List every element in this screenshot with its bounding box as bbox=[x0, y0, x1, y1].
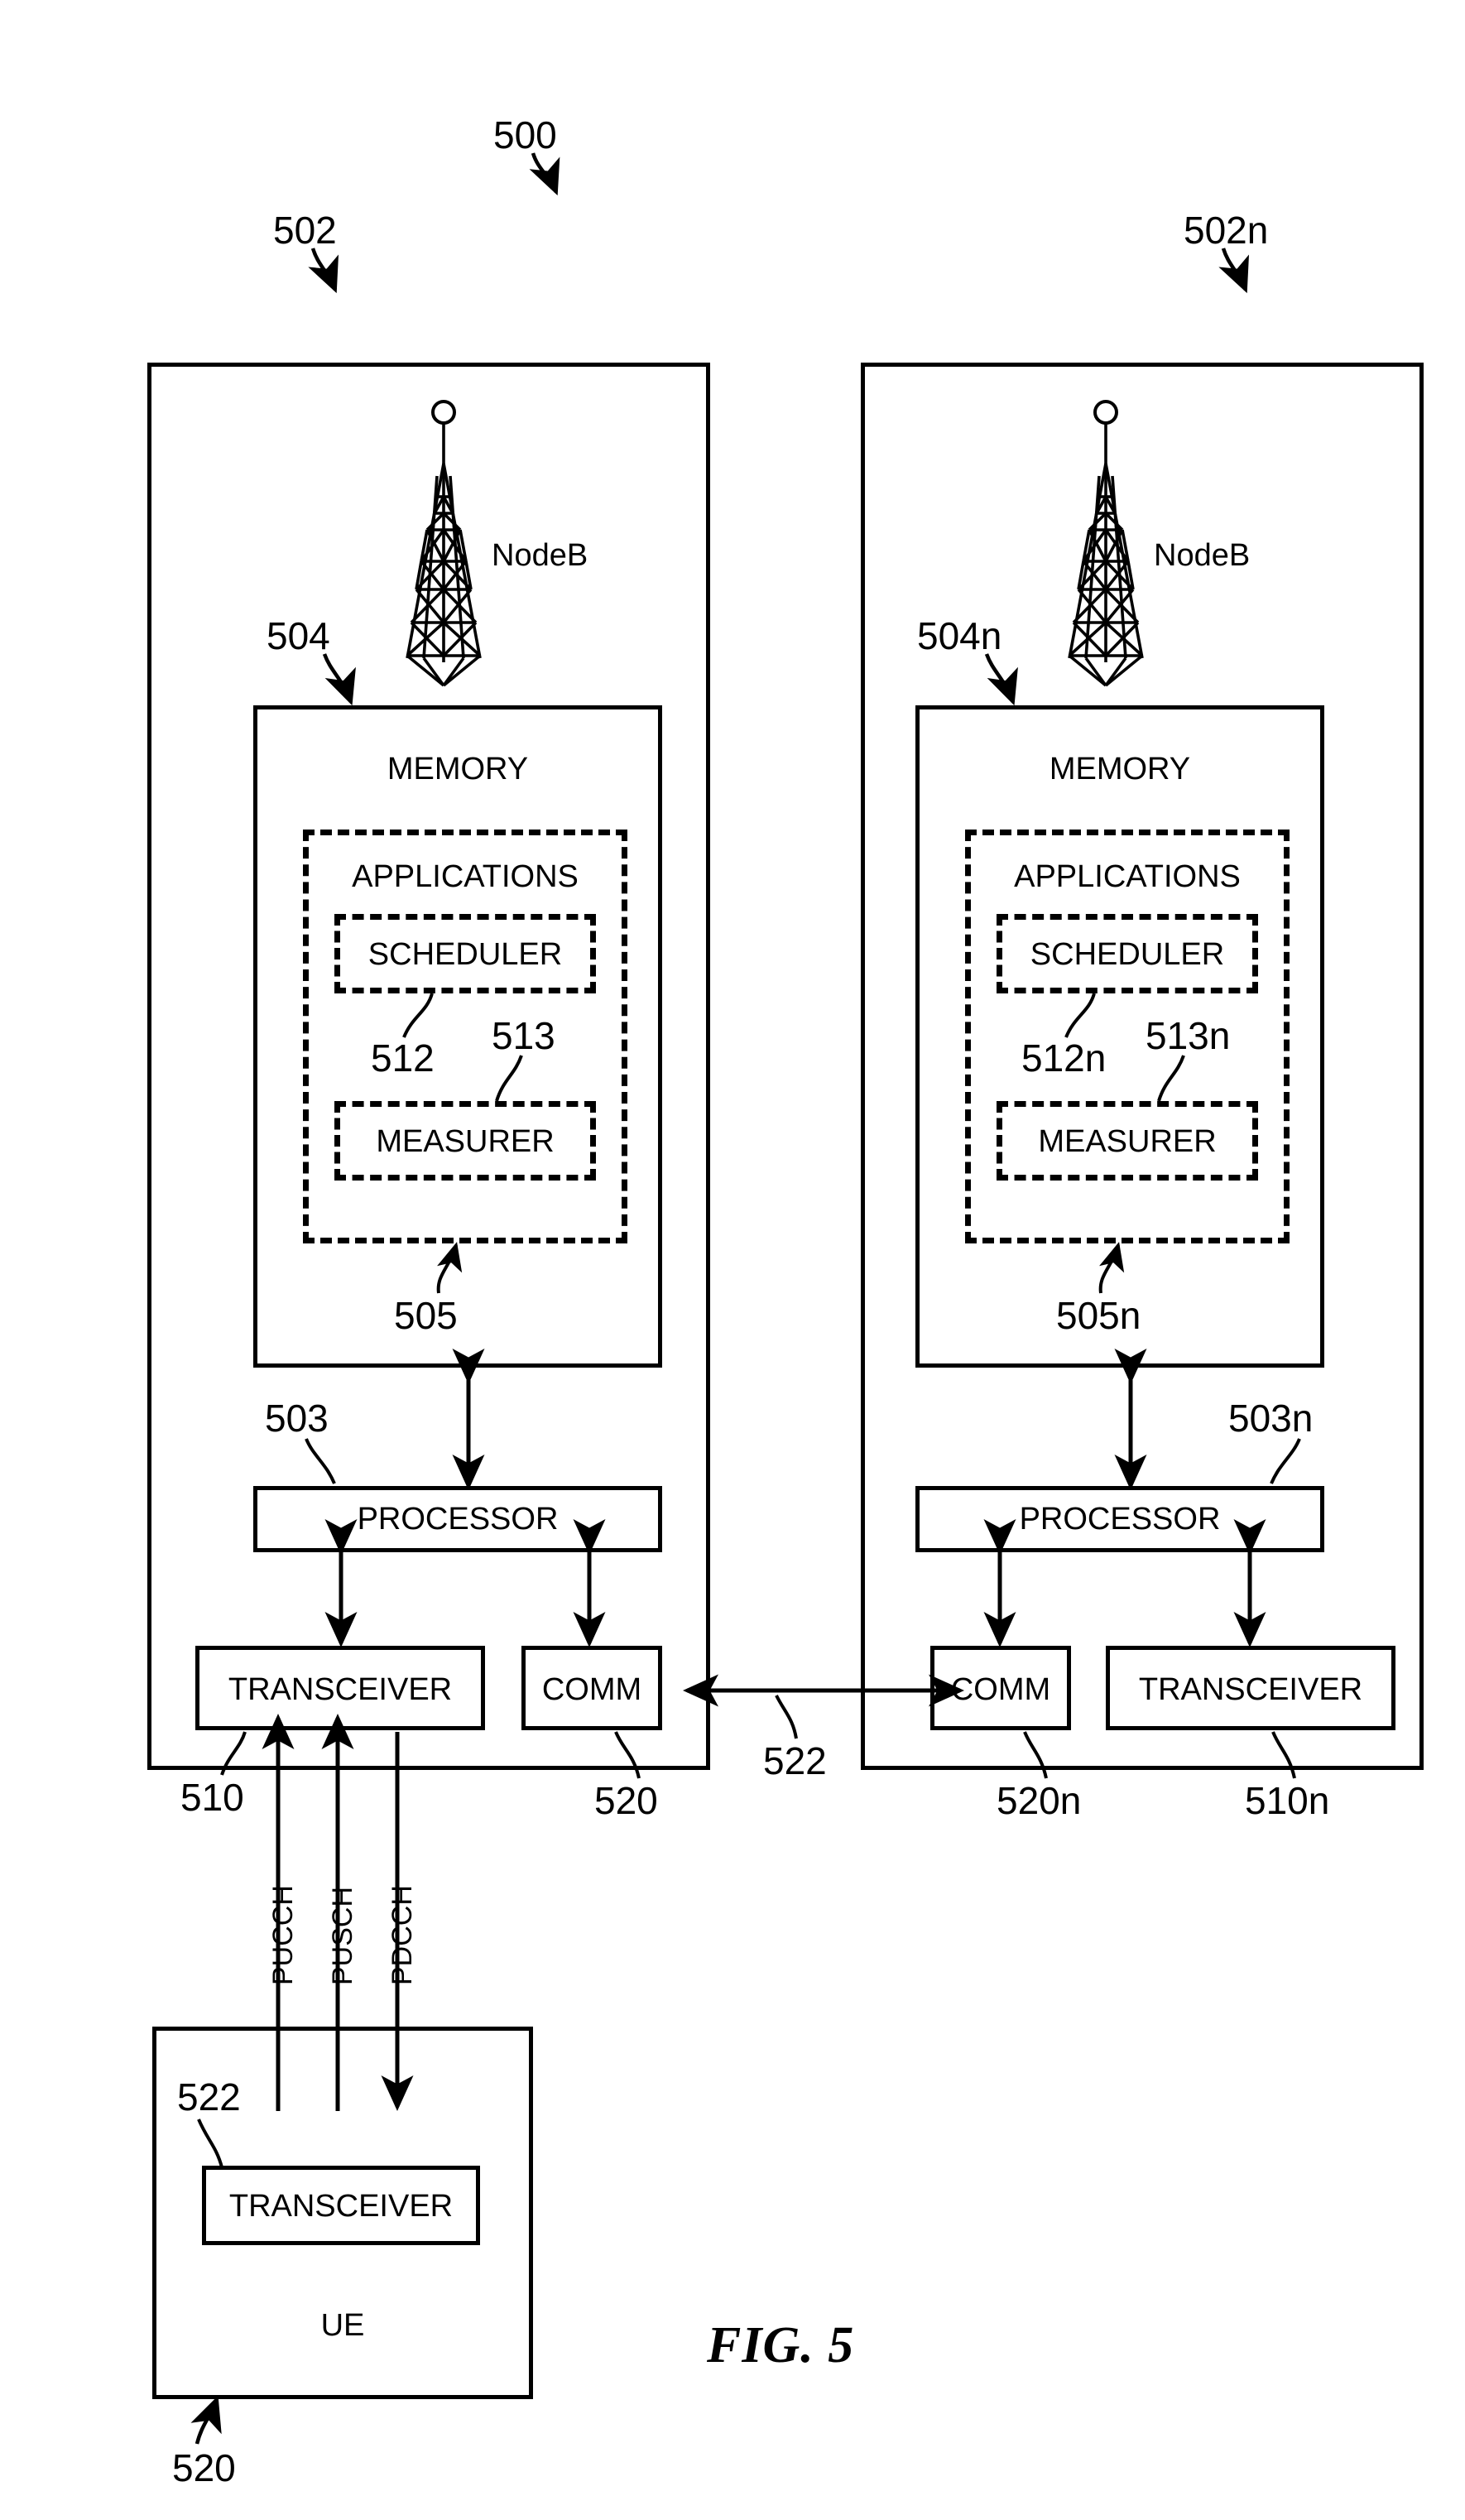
memory-title-right: MEMORY bbox=[1049, 752, 1191, 786]
ref-513n: 513n bbox=[1146, 1014, 1231, 1057]
figure-canvas: NodeB MEMORY APPLICATIONS SCHEDULER MEAS… bbox=[0, 0, 1465, 2520]
ref-520-ue: 520 bbox=[172, 2446, 236, 2489]
ref-502n: 502n bbox=[1184, 209, 1269, 252]
nodeb-tower-label-right: NodeB bbox=[1154, 538, 1251, 573]
ue-title: UE bbox=[320, 2308, 365, 2343]
comm-title-left: COMM bbox=[541, 1672, 642, 1707]
ref-505: 505 bbox=[394, 1294, 458, 1337]
ref-512: 512 bbox=[371, 1036, 435, 1080]
leader-520-ue bbox=[190, 2395, 222, 2445]
channel-label-pucch: PUCCH bbox=[267, 1885, 299, 1985]
figure-caption: FIG. 5 bbox=[707, 2317, 855, 2373]
transceiver-title-left: TRANSCEIVER bbox=[228, 1672, 453, 1707]
ref-522-link: 522 bbox=[763, 1739, 827, 1782]
ref-503: 503 bbox=[265, 1397, 329, 1440]
ref-503n: 503n bbox=[1228, 1397, 1314, 1440]
ref-520n: 520n bbox=[997, 1779, 1082, 1822]
ref-504n: 504n bbox=[917, 614, 1002, 657]
ref-504: 504 bbox=[267, 614, 330, 657]
scheduler-title-left: SCHEDULER bbox=[367, 937, 563, 972]
leader-500 bbox=[529, 152, 560, 196]
processor-title-left: PROCESSOR bbox=[357, 1502, 559, 1537]
channel-label-pdcch: PDCCH bbox=[387, 1885, 418, 1985]
ref-522-ue: 522 bbox=[177, 2075, 241, 2118]
nodeb-tower-label-left: NodeB bbox=[492, 538, 588, 573]
leader-502n bbox=[1218, 248, 1249, 294]
leader-522-link bbox=[775, 1695, 798, 1739]
applications-title-left: APPLICATIONS bbox=[352, 859, 579, 894]
memory-title-left: MEMORY bbox=[387, 752, 529, 786]
ref-505n: 505n bbox=[1056, 1294, 1141, 1337]
ref-520: 520 bbox=[594, 1779, 658, 1822]
transceiver-title-right: TRANSCEIVER bbox=[1138, 1672, 1363, 1707]
scheduler-title-right: SCHEDULER bbox=[1030, 937, 1225, 972]
comm-title-right: COMM bbox=[950, 1672, 1051, 1707]
ref-500: 500 bbox=[493, 113, 557, 156]
ref-502: 502 bbox=[273, 209, 337, 252]
ref-510: 510 bbox=[180, 1776, 244, 1819]
ref-510n: 510n bbox=[1245, 1779, 1330, 1822]
channel-label-pusch: PUSCH bbox=[327, 1886, 358, 1985]
processor-title-right: PROCESSOR bbox=[1019, 1502, 1221, 1537]
ref-512n: 512n bbox=[1021, 1036, 1107, 1080]
measurer-title-right: MEASURER bbox=[1038, 1124, 1217, 1159]
ue-transceiver-title: TRANSCEIVER bbox=[228, 2189, 454, 2224]
leader-502 bbox=[308, 248, 339, 294]
measurer-title-left: MEASURER bbox=[376, 1124, 555, 1159]
ref-513: 513 bbox=[492, 1014, 555, 1057]
applications-title-right: APPLICATIONS bbox=[1014, 859, 1241, 894]
